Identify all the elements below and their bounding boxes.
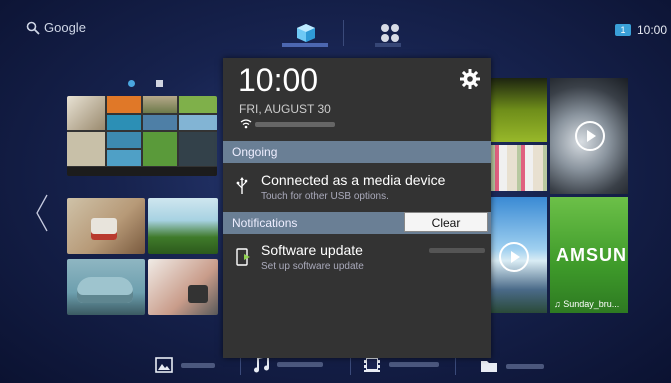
wifi-icon <box>240 119 252 129</box>
software-update-icon <box>236 248 250 266</box>
search-icon <box>26 21 40 35</box>
notification-badge[interactable]: 1 <box>614 24 631 36</box>
tile-caption-text: Sunday_bru... <box>563 299 620 309</box>
photo-thumb-tree[interactable] <box>148 198 218 254</box>
google-search[interactable]: Google <box>26 20 86 35</box>
panel-time: 10:00 <box>238 62 319 98</box>
usb-icon <box>236 177 248 194</box>
bottom-label-blur <box>506 363 544 369</box>
widgets-indicator <box>375 43 401 47</box>
play-button-icon[interactable] <box>499 242 529 272</box>
home-screen: Google 1 10:00 AMSUN ♫ Sunday_bru... 10:… <box>10 8 671 383</box>
image-icon <box>155 357 173 373</box>
software-update-title: Software update <box>261 242 363 258</box>
tile-samsung[interactable]: AMSUN ♫ Sunday_bru... <box>550 197 628 313</box>
tile-caption: ♫ Sunday_bru... <box>554 299 619 309</box>
bottom-label-blur <box>277 361 323 367</box>
mini-tab-icon <box>128 80 135 87</box>
software-update-subtitle: Set up software update <box>261 261 364 272</box>
music-note-icon: ♫ <box>554 299 564 309</box>
notification-panel: 10:00 FRI, AUGUST 30 Ongoing Connected a… <box>223 58 491 358</box>
update-time-blur <box>429 248 485 253</box>
top-divider <box>343 20 344 46</box>
photo-thumb-cup[interactable] <box>67 198 145 254</box>
section-ongoing: Ongoing <box>223 141 491 163</box>
bottom-label-blur <box>389 361 439 367</box>
tile-machine-video[interactable] <box>550 78 628 194</box>
photo-thumb-camera[interactable] <box>148 259 218 315</box>
usb-notification[interactable]: Connected as a media device Touch for ot… <box>223 164 491 210</box>
samsung-wordmark: AMSUN <box>556 245 627 265</box>
clear-button[interactable]: Clear <box>404 212 488 232</box>
widgets-grid-icon[interactable] <box>379 22 401 44</box>
photo-thumb-car[interactable] <box>67 259 145 315</box>
mini-grid-icon <box>156 80 163 87</box>
panel-date: FRI, AUGUST 30 <box>239 102 331 116</box>
status-time: 10:00 <box>636 23 667 37</box>
folder-icon <box>481 361 497 372</box>
apps-cube-icon[interactable] <box>295 22 317 44</box>
software-update-notification[interactable]: Software update Set up software update <box>223 236 491 280</box>
bottom-label-blur <box>181 362 215 368</box>
chevron-left-icon[interactable] <box>35 193 49 233</box>
settings-gear-icon[interactable] <box>460 69 480 89</box>
network-name-blur <box>255 122 335 127</box>
play-button-icon[interactable] <box>575 121 605 151</box>
bottom-files[interactable] <box>480 359 544 373</box>
usb-notification-title: Connected as a media device <box>261 172 446 188</box>
status-area: 1 10:00 <box>614 23 667 37</box>
usb-notification-subtitle: Touch for other USB options. <box>261 191 389 202</box>
bottom-images[interactable] <box>155 357 215 373</box>
home-indicator <box>282 43 328 47</box>
mini-gallery-widget[interactable] <box>67 96 217 176</box>
search-label: Google <box>44 20 86 35</box>
